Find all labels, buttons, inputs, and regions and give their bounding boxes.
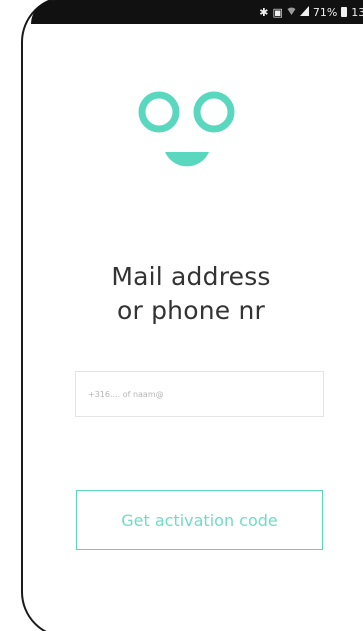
email-or-phone-input[interactable] <box>76 372 323 416</box>
battery-icon <box>341 7 348 17</box>
nfc-icon: ▣ <box>272 5 283 19</box>
bluetooth-icon: ✱ <box>259 5 269 19</box>
status-time: 13: <box>351 5 363 19</box>
page-title: Mail address or phone nr <box>60 260 322 328</box>
smiley-face-logo <box>138 91 235 167</box>
wifi-icon <box>287 6 296 18</box>
signal-icon <box>299 6 309 18</box>
phone-screen: ✱ ▣ 71% 13: Mail address or phone nr Get… <box>0 0 363 631</box>
logo-smile <box>165 152 209 167</box>
status-bar: ✱ ▣ 71% 13: <box>31 0 363 24</box>
logo-right-eye <box>193 91 235 133</box>
logo-left-eye <box>138 91 180 133</box>
title-line-1: Mail address <box>111 262 271 291</box>
battery-percent: 71% <box>312 5 338 19</box>
title-line-2: or phone nr <box>116 296 266 325</box>
email-or-phone-field[interactable] <box>75 371 324 417</box>
status-icons: ✱ ▣ 71% 13: <box>259 0 363 24</box>
get-activation-code-button[interactable]: Get activation code <box>76 490 323 550</box>
